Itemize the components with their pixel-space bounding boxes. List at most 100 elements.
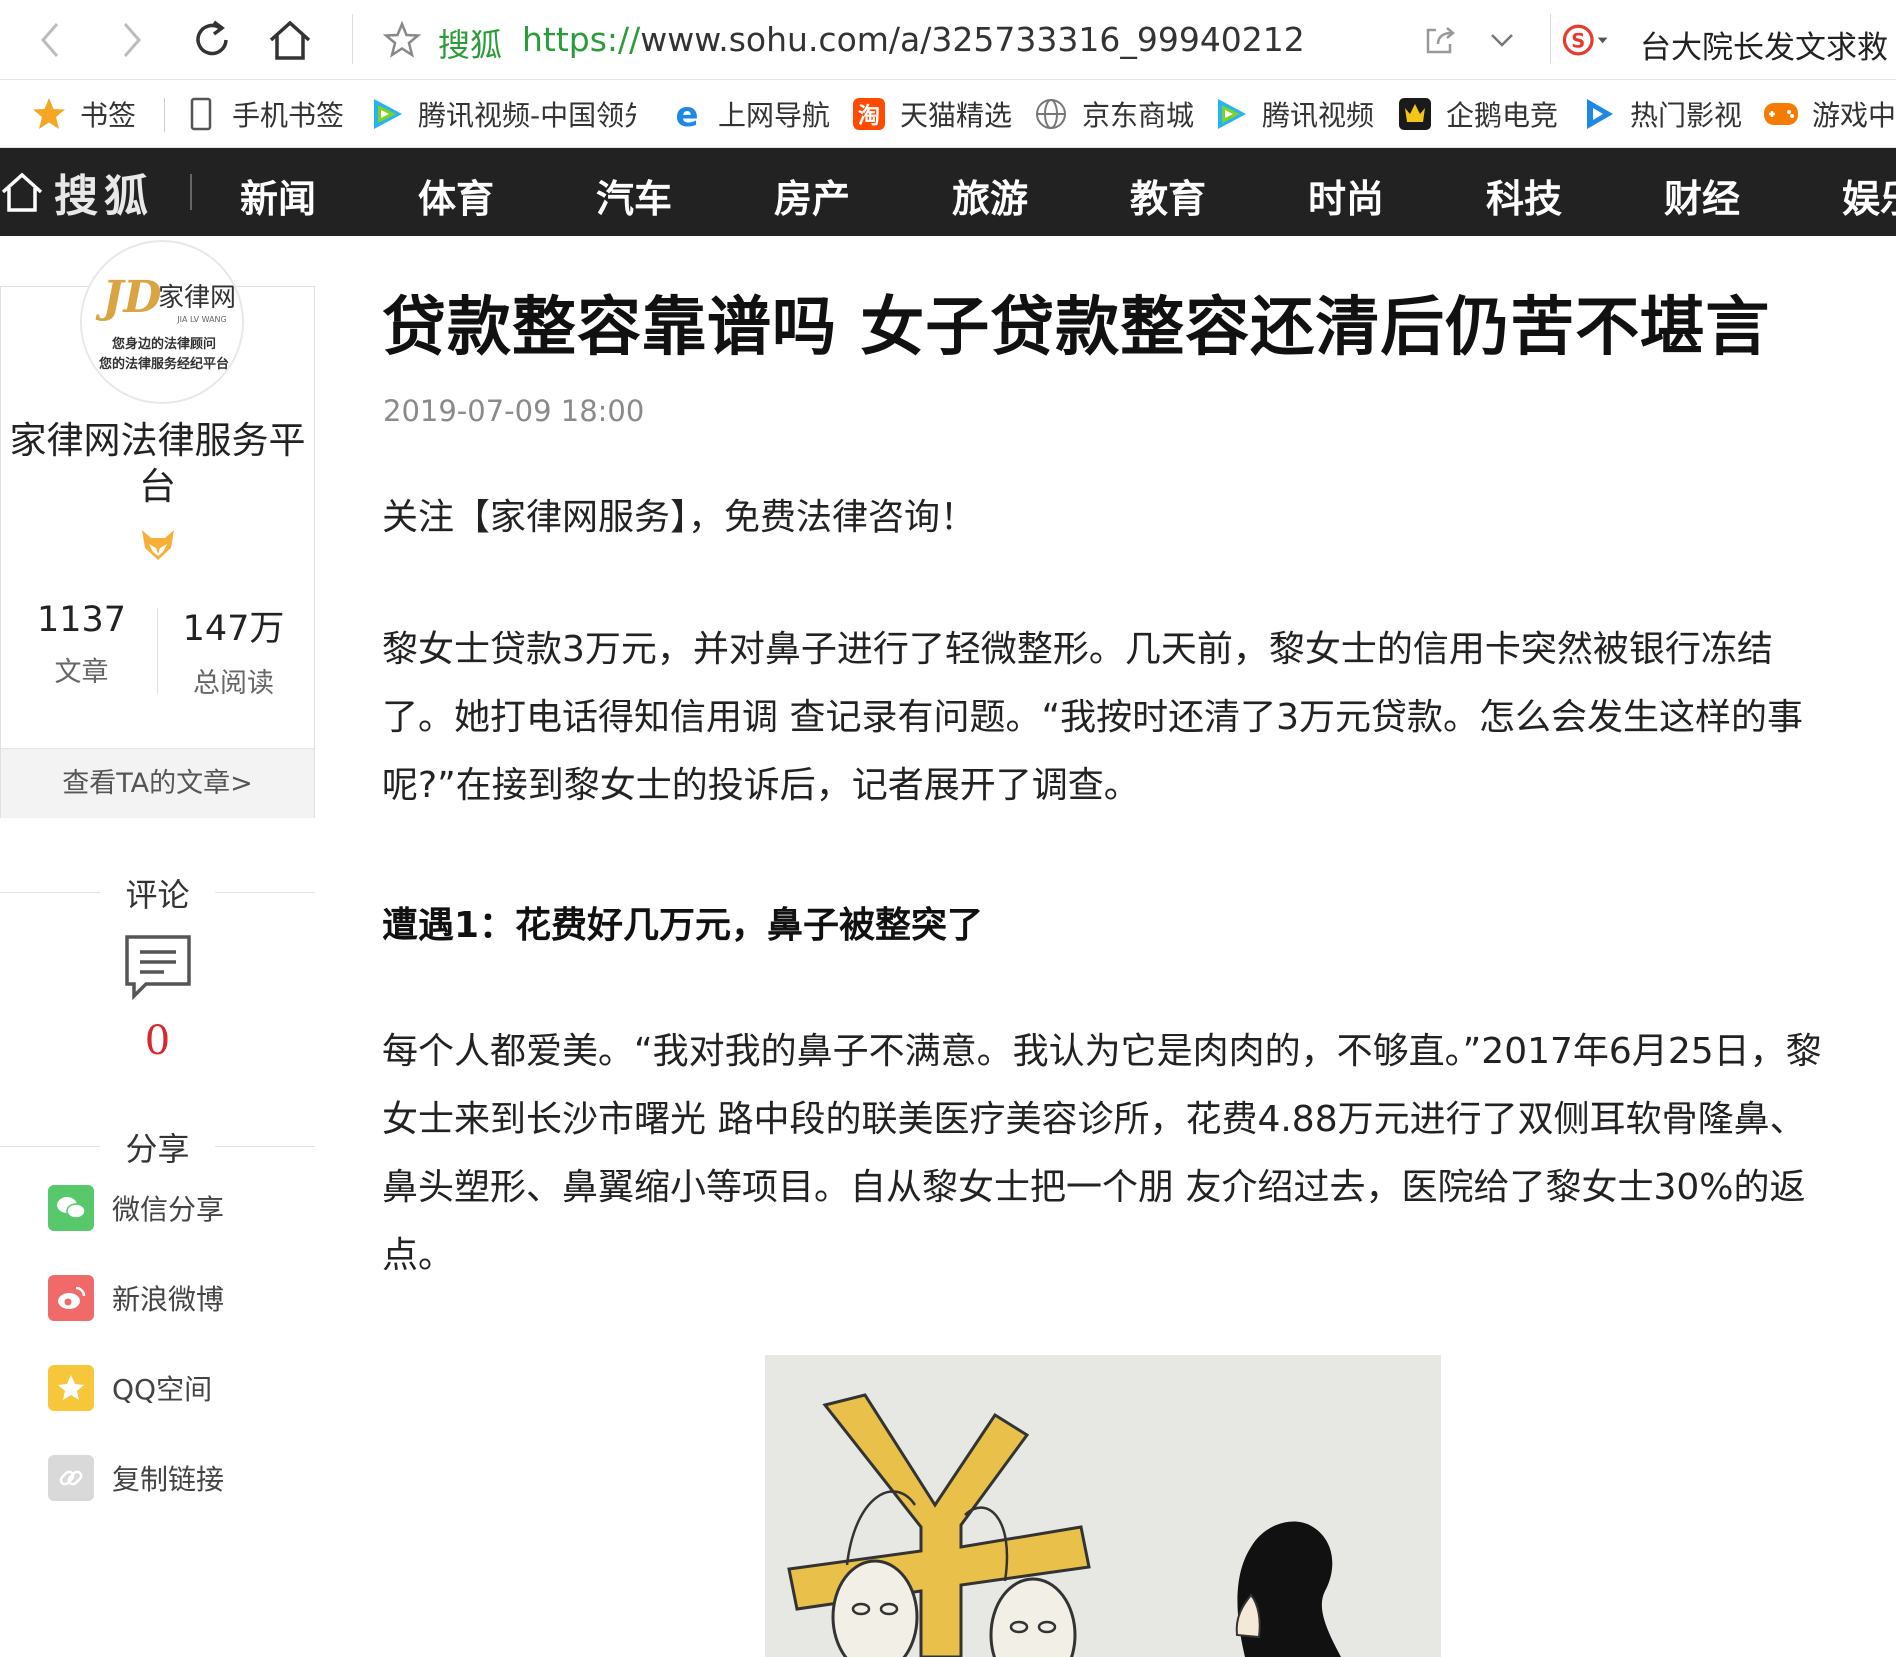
- penguin-esports-icon: [1396, 95, 1434, 133]
- tmall-icon: 淘: [850, 95, 888, 133]
- articles-count: 1137: [36, 600, 127, 640]
- nav-item-finance[interactable]: 财经: [1664, 168, 1740, 223]
- url-site-label: 搜狐: [438, 26, 503, 64]
- reload-icon: [196, 20, 228, 56]
- nav-item-travel[interactable]: 旅游: [952, 168, 1028, 223]
- bookmark-label: 腾讯视频-中国领先: [418, 99, 636, 132]
- comment-count[interactable]: 0: [0, 1018, 315, 1064]
- share-label: 新浪微博: [112, 1283, 225, 1316]
- bookmark-item-jd[interactable]: 京东商城: [1032, 92, 1194, 136]
- back-button[interactable]: [24, 14, 76, 66]
- author-avatar[interactable]: JD 家律网 JIA LV WANG 您身边的法律顾问 您的法律服务经纪平台: [80, 240, 244, 404]
- comment-icon[interactable]: [124, 934, 192, 1001]
- weibo-icon: [48, 1275, 94, 1321]
- bookmark-label: 手机书签: [232, 99, 345, 132]
- address-dropdown-button[interactable]: [1476, 14, 1528, 66]
- address-bar[interactable]: https://www.sohu.com/a/325733316_9994021…: [522, 20, 1305, 59]
- reload-button[interactable]: [186, 14, 238, 66]
- nav-item-education[interactable]: 教育: [1130, 168, 1206, 223]
- site-nav: 搜狐 新闻 体育 汽车 房产 旅游 教育 时尚 科技 财经 娱乐: [0, 148, 1896, 236]
- share-section-title: 分享: [0, 1124, 315, 1170]
- nav-item-news[interactable]: 新闻: [240, 168, 316, 223]
- bookmark-star-button[interactable]: [376, 14, 428, 66]
- bookmark-item-hot-movies[interactable]: 热门影视: [1580, 92, 1742, 136]
- bookmark-label: 腾讯视频: [1262, 99, 1375, 132]
- gamepad-icon: [1762, 95, 1800, 133]
- illustration-image: [765, 1355, 1441, 1657]
- bookmark-label: 热门影视: [1630, 99, 1743, 132]
- bookmark-item-game-center[interactable]: 游戏中心: [1762, 92, 1896, 136]
- bookmark-item-tencent-video-home[interactable]: 腾讯视频-中国领先: [368, 92, 636, 136]
- search-engine-button[interactable]: S: [1562, 14, 1614, 66]
- avatar-line2: 您的法律服务经纪平台: [99, 356, 229, 372]
- star-icon: [30, 95, 68, 133]
- nav-item-sports[interactable]: 体育: [418, 168, 494, 223]
- nav-item-tech[interactable]: 科技: [1486, 168, 1562, 223]
- share-label: QQ空间: [112, 1373, 213, 1406]
- share-qzone-button[interactable]: QQ空间: [48, 1364, 212, 1412]
- avatar-brand: 家律网: [158, 283, 236, 313]
- reads-count: 147万: [182, 609, 285, 649]
- svg-text:S: S: [1571, 29, 1585, 52]
- toolbar-divider: [352, 14, 353, 64]
- stat-articles[interactable]: 1137 文章: [3, 600, 160, 689]
- article-paragraph: 每个人都爱美。“我对我的鼻子不满意。我认为它是肉肉的，不够直。”2017年6月2…: [382, 1031, 1822, 1276]
- copy-link-button[interactable]: 复制链接: [48, 1454, 224, 1502]
- bookmark-item-tmall[interactable]: 淘 天猫精选: [850, 92, 1012, 136]
- search-box[interactable]: 台大院长发文求救: [1640, 22, 1888, 67]
- fox-badge-icon: [139, 528, 177, 562]
- bookmark-label: 上网导航: [718, 99, 831, 132]
- share-page-button[interactable]: [1414, 14, 1466, 66]
- share-wechat-button[interactable]: 微信分享: [48, 1184, 224, 1232]
- ie-icon: e: [668, 95, 706, 133]
- stat-reads: 147万 总阅读: [155, 600, 312, 700]
- nav-item-realestate[interactable]: 房产: [774, 168, 850, 223]
- mobile-icon: [182, 95, 220, 133]
- wechat-icon: [48, 1185, 94, 1231]
- bookmark-item-tencent-video[interactable]: 腾讯视频: [1212, 92, 1374, 136]
- tencent-video-icon: [368, 95, 406, 133]
- nav-item-entertainment[interactable]: 娱乐: [1842, 168, 1896, 223]
- chevron-left-icon: [41, 23, 59, 57]
- bookmark-item-bookmarks[interactable]: 书签: [30, 92, 136, 136]
- svg-text:e: e: [675, 96, 698, 132]
- chevron-right-icon: [123, 23, 141, 57]
- avatar-brand-en: JIA LV WANG: [176, 315, 226, 324]
- browser-toolbar: 搜狐 https://www.sohu.com/a/325733316_9994…: [0, 0, 1896, 80]
- share-label: 微信分享: [112, 1193, 225, 1226]
- url-scheme: https://: [522, 20, 641, 59]
- bookmark-label: 企鹅电竞: [1446, 99, 1559, 132]
- bookmark-label: 书签: [80, 99, 137, 132]
- article-illustration: [765, 1355, 1441, 1657]
- nav-item-fashion[interactable]: 时尚: [1308, 168, 1384, 223]
- articles-label: 文章: [54, 657, 109, 688]
- home-button[interactable]: [264, 14, 316, 66]
- author-name[interactable]: 家律网法律服务平台: [0, 418, 315, 510]
- bookmarks-bar: 书签 手机书签 腾讯视频-中国领先 e 上网导航 淘 天猫精选 京东商城 腾讯视…: [0, 80, 1896, 148]
- avatar-line1: 您身边的法律顾问: [112, 336, 216, 352]
- bookmark-label: 游戏中心: [1812, 99, 1896, 132]
- bookmark-item-mobile[interactable]: 手机书签: [182, 92, 344, 136]
- tencent-video-icon: [1212, 95, 1250, 133]
- share-weibo-button[interactable]: 新浪微博: [48, 1274, 224, 1322]
- bookmarks-divider: [164, 98, 165, 132]
- avatar-logo: JD 家律网 JIA LV WANG 您身边的法律顾问 您的法律服务经纪平台: [96, 272, 237, 372]
- author-stats: 1137 文章 147万 总阅读: [0, 600, 315, 699]
- nav-divider: [190, 174, 192, 210]
- sohu-logo[interactable]: 搜狐: [0, 164, 154, 222]
- url-path: www.sohu.com/a/325733316_99940212: [640, 20, 1305, 59]
- home-icon: [269, 20, 311, 60]
- bookmark-item-penguin-esports[interactable]: 企鹅电竞: [1396, 92, 1558, 136]
- chevron-down-icon: [1491, 34, 1513, 47]
- bookmark-item-navigation[interactable]: e 上网导航: [668, 92, 830, 136]
- share-label: 复制链接: [112, 1463, 225, 1496]
- globe-icon: [1032, 95, 1070, 133]
- article-title: 贷款整容靠谱吗 女子贷款整容还清后仍苦不堪言: [382, 291, 1771, 365]
- play-icon: [1580, 95, 1618, 133]
- article-paragraph: 黎女士贷款3万元，并对鼻子进行了轻微整形。几天前，黎女士的信用卡突然被银行冻结了…: [382, 629, 1803, 806]
- nav-item-auto[interactable]: 汽车: [596, 168, 672, 223]
- article-date: 2019-07-09 18:00: [383, 394, 645, 428]
- qzone-star-icon: [48, 1365, 94, 1411]
- view-author-articles-link[interactable]: 查看TA的文章>: [1, 748, 314, 818]
- forward-button[interactable]: [106, 14, 158, 66]
